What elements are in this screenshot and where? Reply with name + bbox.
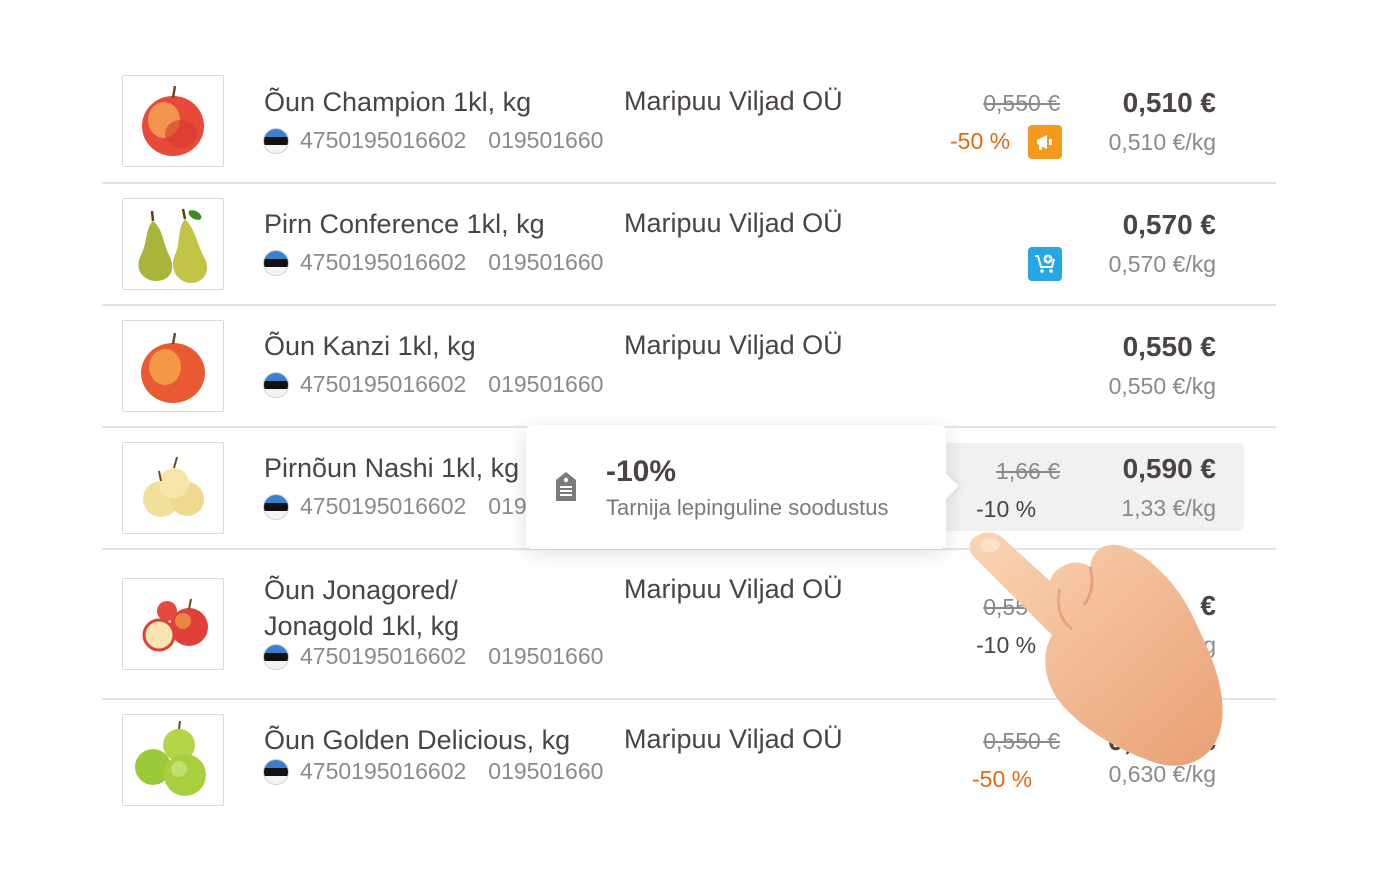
barcode: 4750195016602 — [300, 493, 467, 519]
product-row[interactable]: Õun Kanzi 1kl, kg 4750195016602 01950166… — [102, 306, 1276, 428]
estonia-flag-icon — [264, 250, 288, 275]
discount-label[interactable]: -50 % — [972, 766, 1032, 793]
estonia-flag-icon — [264, 759, 288, 784]
product-name[interactable]: Õun Jonagored/ Jonagold 1kl, kg — [264, 572, 459, 644]
price: 0,570 € — [1122, 209, 1216, 240]
supplier-name: Maripuu Viljad OÜ — [624, 330, 843, 360]
old-price: 1,66 € — [996, 458, 1060, 484]
product-codes: 4750195016602 019501660 — [264, 643, 603, 670]
product-name-line1: Õun Jonagored/ — [264, 575, 458, 605]
article-code: 019501660 — [488, 758, 604, 784]
unit-price: 0,510 €/kg — [1108, 129, 1216, 155]
product-codes: 4750195016602 019501660 — [264, 371, 603, 398]
article-code: 019501660 — [488, 127, 604, 153]
supplier-name: Maripuu Viljad OÜ — [624, 574, 843, 604]
product-image-apple[interactable] — [122, 320, 224, 412]
product-name[interactable]: Õun Champion 1kl, kg — [264, 84, 531, 120]
unit-price: 0,550 €/kg — [1108, 373, 1216, 399]
product-name-line2: Jonagold 1kl, kg — [264, 611, 460, 641]
price: € — [1200, 590, 1216, 621]
old-price: 0,550 € — [983, 90, 1060, 116]
unit-price: 0,570 €/kg — [1108, 251, 1216, 277]
discount-label[interactable]: -50 % — [950, 128, 1010, 155]
product-name[interactable]: Õun Golden Delicious, kg — [264, 722, 570, 758]
price-end: € — [1200, 725, 1216, 756]
product-name[interactable]: Pirn Conference 1kl, kg — [264, 206, 545, 242]
barcode: 4750195016602 — [300, 758, 467, 784]
supplier-name: Maripuu Viljad OÜ — [624, 724, 843, 754]
supplier-name: Maripuu Viljad OÜ — [624, 86, 843, 116]
price: 0,510 € — [1122, 87, 1216, 118]
estonia-flag-icon — [264, 644, 288, 669]
tooltip-subtitle: Tarnija lepinguline soodustus — [606, 495, 889, 520]
barcode: 4750195016602 — [300, 249, 467, 275]
product-codes: 4750195016602 019501660 — [264, 249, 603, 276]
product-row[interactable]: Õun Champion 1kl, kg 4750195016602 01950… — [102, 62, 1276, 184]
product-image-apple[interactable] — [122, 75, 224, 167]
product-image-pears[interactable] — [122, 198, 224, 290]
unit-price: kg — [1191, 632, 1216, 658]
discount-tooltip: -10% Tarnija lepinguline soodustus — [526, 425, 959, 549]
price-tag-icon — [556, 472, 576, 501]
article-code: 019501660 — [488, 371, 604, 397]
article-code: 019501660 — [488, 643, 604, 669]
barcode: 4750195016602 — [300, 127, 467, 153]
barcode: 4750195016602 — [300, 371, 467, 397]
old-price: 0,550 € — [983, 728, 1060, 754]
product-row[interactable]: Õun Jonagored/ Jonagold 1kl, kg 47501950… — [102, 550, 1276, 700]
article-code: 019501660 — [488, 249, 604, 275]
product-image-green-apples[interactable] — [122, 714, 224, 806]
supplier-name: Maripuu Viljad OÜ — [624, 208, 843, 238]
unit-price: 1,33 €/kg — [1121, 495, 1216, 521]
estonia-flag-icon — [264, 128, 288, 153]
estonia-flag-icon — [264, 372, 288, 397]
cart-add-icon[interactable] — [1028, 247, 1062, 281]
product-codes: 4750195016602 019501660 — [264, 758, 603, 785]
product-image-apples[interactable] — [122, 578, 224, 670]
product-row[interactable]: Pirn Conference 1kl, kg 4750195016602 01… — [102, 184, 1276, 306]
barcode: 4750195016602 — [300, 643, 467, 669]
product-image-nashi[interactable] — [122, 442, 224, 534]
promo-megaphone-icon[interactable] — [1028, 125, 1062, 159]
price: 0,550 € — [1122, 331, 1216, 362]
discount-label[interactable]: -10 % — [976, 496, 1036, 523]
product-codes: 4750195016602 019501660 — [264, 127, 603, 154]
unit-price: 0,630 €/kg — [1108, 761, 1216, 787]
price: 0,590 € — [1122, 453, 1216, 484]
estonia-flag-icon — [264, 494, 288, 519]
product-name[interactable]: Õun Kanzi 1kl, kg — [264, 328, 476, 364]
discount-label[interactable]: -10 % — [976, 632, 1036, 659]
product-name[interactable]: Pirnõun Nashi 1kl, kg — [264, 450, 519, 486]
tooltip-title: -10% — [606, 455, 677, 488]
old-price: 0,550 € — [983, 594, 1060, 620]
product-row[interactable]: Õun Golden Delicious, kg 4750195016602 0… — [102, 700, 1276, 818]
